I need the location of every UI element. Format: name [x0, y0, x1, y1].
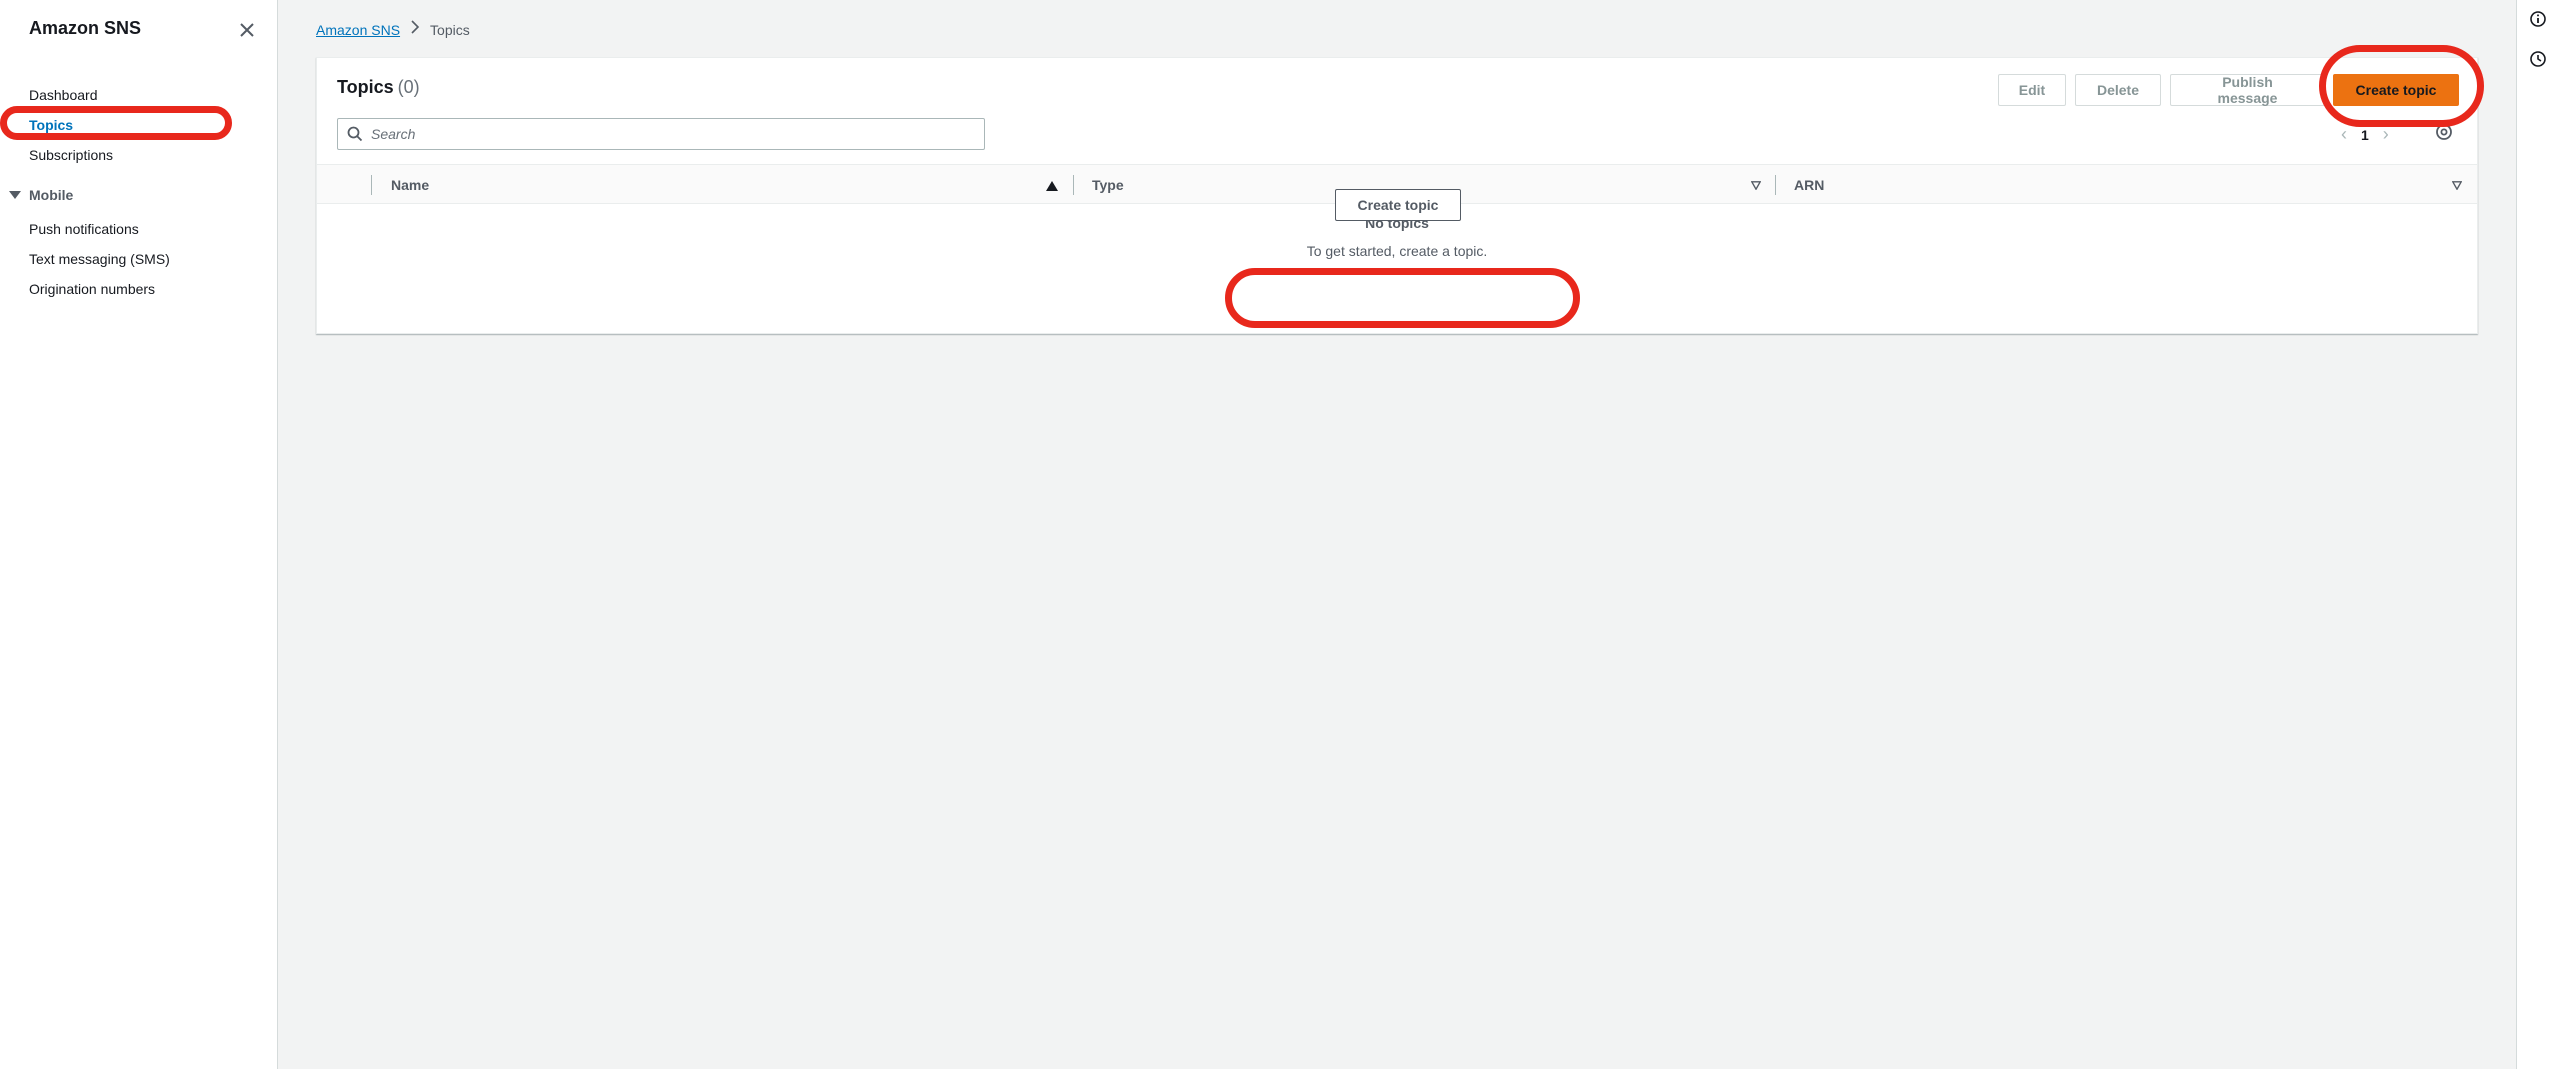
panel-title-text: Topics [337, 77, 394, 97]
prev-page-button[interactable]: ‹ [2341, 124, 2347, 145]
sidebar-section-toggle[interactable]: Mobile [0, 180, 278, 210]
sort-descending-icon[interactable] [1751, 181, 1761, 190]
publish-message-button[interactable]: Publish message [2170, 74, 2325, 106]
sort-descending-icon[interactable] [2452, 181, 2462, 190]
sidebar: Amazon SNS Dashboard Topics Subscription… [0, 0, 278, 1069]
caret-down-icon [9, 191, 21, 199]
sidebar-section-label: Mobile [29, 187, 74, 203]
column-divider [1073, 175, 1074, 195]
info-icon[interactable] [2529, 10, 2547, 28]
empty-state-subtitle: To get started, create a topic. [1306, 243, 1488, 259]
sidebar-item-topics[interactable]: Topics [0, 110, 278, 140]
sidebar-title: Amazon SNS [29, 18, 142, 38]
breadcrumb-current: Topics [430, 21, 470, 38]
chevron-right-icon [410, 20, 420, 39]
page-title: Topics (0) [337, 77, 420, 98]
search-icon [347, 126, 363, 142]
sidebar-item-subscriptions[interactable]: Subscriptions [0, 140, 278, 170]
delete-button[interactable]: Delete [2075, 74, 2161, 106]
pagination: ‹ 1 › [2341, 124, 2389, 145]
empty-state-create-topic-button[interactable]: Create topic [1335, 189, 1461, 221]
create-topic-button[interactable]: Create topic [2333, 74, 2459, 106]
current-page[interactable]: 1 [2361, 127, 2369, 143]
sidebar-item-text-messaging[interactable]: Text messaging (SMS) [0, 244, 278, 274]
sidebar-item-dashboard[interactable]: Dashboard [0, 80, 278, 110]
close-icon[interactable] [236, 19, 258, 41]
column-header-arn[interactable]: ARN [1794, 165, 1824, 205]
next-page-button[interactable]: › [2383, 124, 2389, 145]
search-field [337, 118, 985, 150]
breadcrumb: Amazon SNS Topics [316, 20, 470, 39]
sidebar-item-push-notifications[interactable]: Push notifications [0, 214, 278, 244]
column-header-type[interactable]: Type [1092, 165, 1124, 205]
column-divider [371, 175, 372, 195]
gear-icon[interactable] [2434, 122, 2454, 142]
sidebar-item-origination-numbers[interactable]: Origination numbers [0, 274, 278, 304]
sort-ascending-icon[interactable] [1046, 181, 1058, 191]
clock-icon[interactable] [2529, 50, 2547, 68]
breadcrumb-link-amazon-sns[interactable]: Amazon SNS [316, 22, 400, 38]
right-rail [2516, 0, 2557, 1069]
sidebar-section-mobile: Mobile Push notifications Text messaging… [0, 180, 278, 304]
edit-button[interactable]: Edit [1998, 74, 2066, 106]
topics-panel: Topics (0) Edit Delete Publish message Cr… [316, 57, 2478, 334]
sidebar-nav: Dashboard Topics Subscriptions [0, 80, 278, 170]
search-input[interactable] [371, 120, 984, 148]
column-divider [1775, 175, 1776, 195]
topics-count: (0) [397, 77, 420, 97]
column-header-name[interactable]: Name [391, 165, 429, 205]
